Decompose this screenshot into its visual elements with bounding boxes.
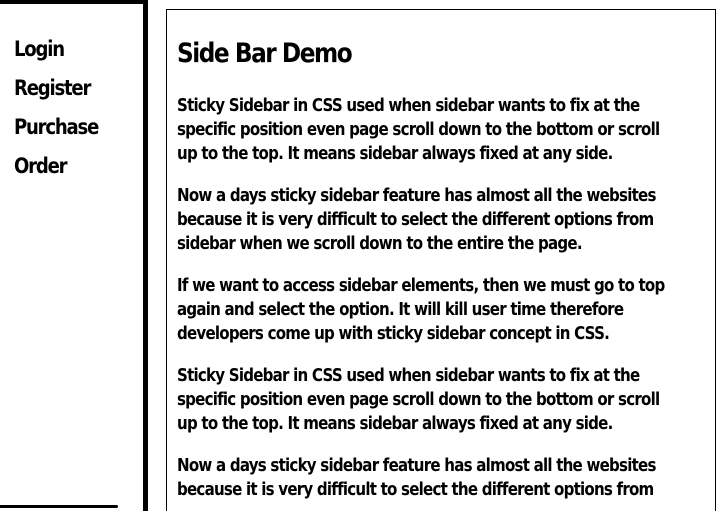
main-content: Side Bar Demo Sticky Sidebar in CSS used… (166, 9, 716, 511)
paragraph-line: up to the top. It means sidebar always f… (177, 414, 613, 434)
page-title: Side Bar Demo (177, 38, 353, 69)
sidebar-link-purchase[interactable]: Purchase (14, 108, 99, 147)
sidebar-item-login: Login (14, 30, 112, 69)
paragraph-line: because it is very difficult to select t… (177, 210, 654, 230)
paragraph-line: Now a days sticky sidebar feature has al… (177, 456, 656, 476)
sidebar-link-register[interactable]: Register (14, 69, 98, 108)
paragraph-line: because it is very difficult to select t… (177, 480, 654, 500)
sidebar: Login Register Purchase Order (0, 0, 148, 511)
sidebar-item-purchase: Purchase (14, 108, 112, 147)
sidebar-top-border (0, 0, 143, 4)
paragraph-2: Now a days sticky sidebar feature has al… (177, 184, 659, 256)
paragraph-line: up to the top. It means sidebar always f… (177, 144, 613, 164)
sidebar-nav: Login Register Purchase Order (14, 30, 112, 186)
paragraph-line: specific position even page scroll down … (177, 390, 660, 410)
paragraph-line: Sticky Sidebar in CSS used when sidebar … (177, 366, 640, 386)
paragraph-line: Now a days sticky sidebar feature has al… (177, 186, 656, 206)
paragraph-line: again and select the option. It will kil… (177, 300, 624, 320)
paragraph-line: developers come up with sticky sidebar c… (177, 324, 610, 344)
sidebar-link-order[interactable]: Order (14, 147, 98, 186)
paragraph-line: Sticky Sidebar in CSS used when sidebar … (177, 96, 640, 116)
paragraph-5: Now a days sticky sidebar feature has al… (177, 454, 659, 502)
paragraph-1: Sticky Sidebar in CSS used when sidebar … (177, 94, 660, 166)
sidebar-item-register: Register (14, 69, 112, 108)
sidebar-item-order: Order (14, 147, 112, 186)
paragraph-4: Sticky Sidebar in CSS used when sidebar … (177, 364, 660, 436)
sidebar-link-login[interactable]: Login (14, 30, 98, 69)
paragraph-line: sidebar when we scroll down to the entir… (177, 234, 583, 254)
paragraph-3: If we want to access sidebar elements, t… (177, 274, 665, 346)
paragraph-line: If we want to access sidebar elements, t… (177, 276, 665, 296)
paragraph-line: specific position even page scroll down … (177, 120, 660, 140)
horizontal-scrollbar[interactable] (0, 505, 118, 508)
content-inner: Side Bar Demo Sticky Sidebar in CSS used… (177, 36, 720, 511)
